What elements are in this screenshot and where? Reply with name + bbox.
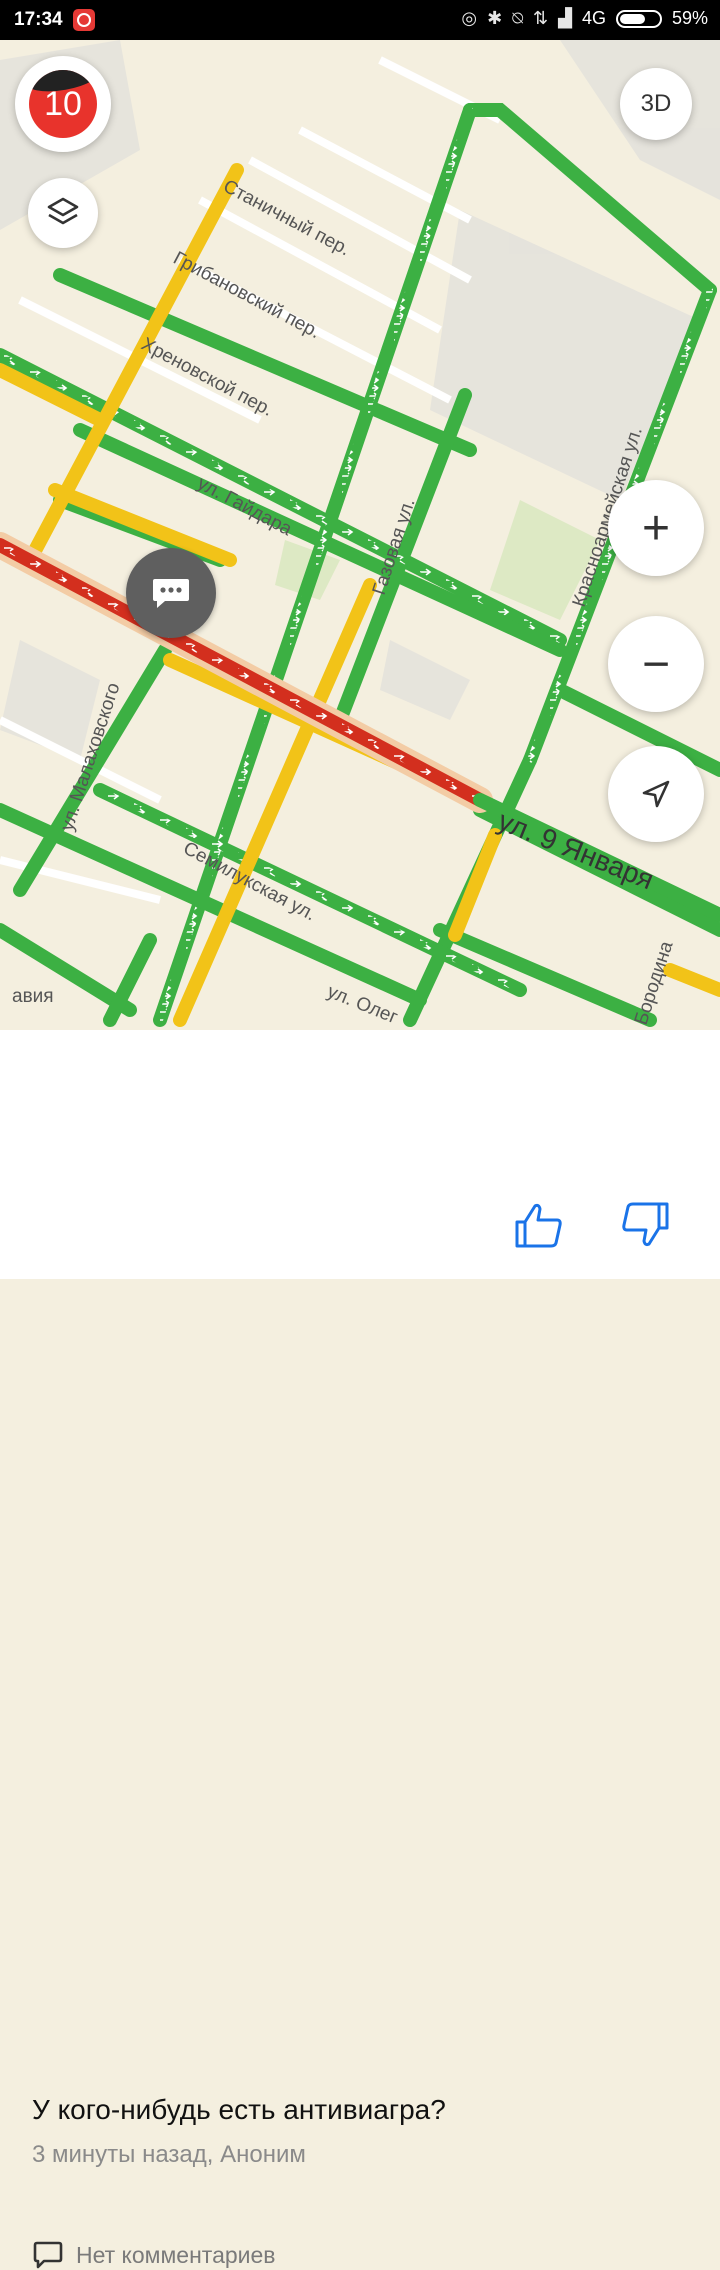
post-meta: 3 минуты назад, Аноним — [32, 2141, 306, 2168]
zoom-out-button[interactable]: − — [608, 616, 704, 712]
thumbs-down-icon — [622, 1202, 669, 1247]
mute-icon: ⍉ — [512, 8, 524, 28]
like-button[interactable] — [512, 1198, 566, 1252]
app-notification-icon — [73, 9, 95, 31]
thumbs-up-icon — [515, 1203, 562, 1248]
dislike-button[interactable] — [618, 1198, 672, 1252]
comment-pin[interactable] — [126, 548, 216, 638]
bluetooth-icon: ✱ — [487, 8, 503, 28]
status-icons: ◎ ✱ ⍉ ⇅ ▟ 4G 59% — [461, 8, 708, 29]
alarm-icon: ◎ — [461, 8, 478, 28]
network-type: 4G — [581, 8, 606, 28]
3d-button[interactable]: 3D — [620, 68, 692, 140]
battery-percent: 59% — [671, 8, 708, 28]
signal-icon: ▟ — [558, 8, 572, 28]
street-label-aviya: авия — [12, 986, 54, 1007]
zoom-in-button[interactable]: + — [608, 480, 704, 576]
speech-bubble-icon — [153, 579, 189, 608]
traffic-button[interactable]: 10 — [15, 56, 111, 152]
status-time: 17:34 — [14, 9, 63, 30]
layers-button[interactable] — [28, 178, 98, 248]
navigation-arrow-icon — [642, 780, 670, 808]
traffic-level-value: 10 — [44, 84, 82, 123]
layers-icon — [47, 197, 79, 225]
traffic-level-badge: 10 — [29, 70, 97, 138]
comment-icon — [33, 2241, 63, 2269]
comments-count-label: Нет комментариев — [76, 2241, 276, 2268]
minus-icon: − — [641, 637, 671, 691]
data-arrows-icon: ⇅ — [533, 8, 549, 28]
status-bar: 17:34 ◎ ✱ ⍉ ⇅ ▟ 4G 59% — [0, 0, 720, 40]
locate-button[interactable] — [608, 746, 704, 842]
post-text: У кого-нибудь есть антивиагра? — [32, 2094, 446, 2125]
comments-link[interactable]: Нет комментариев — [32, 2240, 276, 2270]
plus-icon: + — [641, 501, 671, 555]
3d-label: 3D — [640, 90, 672, 117]
battery-icon — [615, 9, 662, 28]
